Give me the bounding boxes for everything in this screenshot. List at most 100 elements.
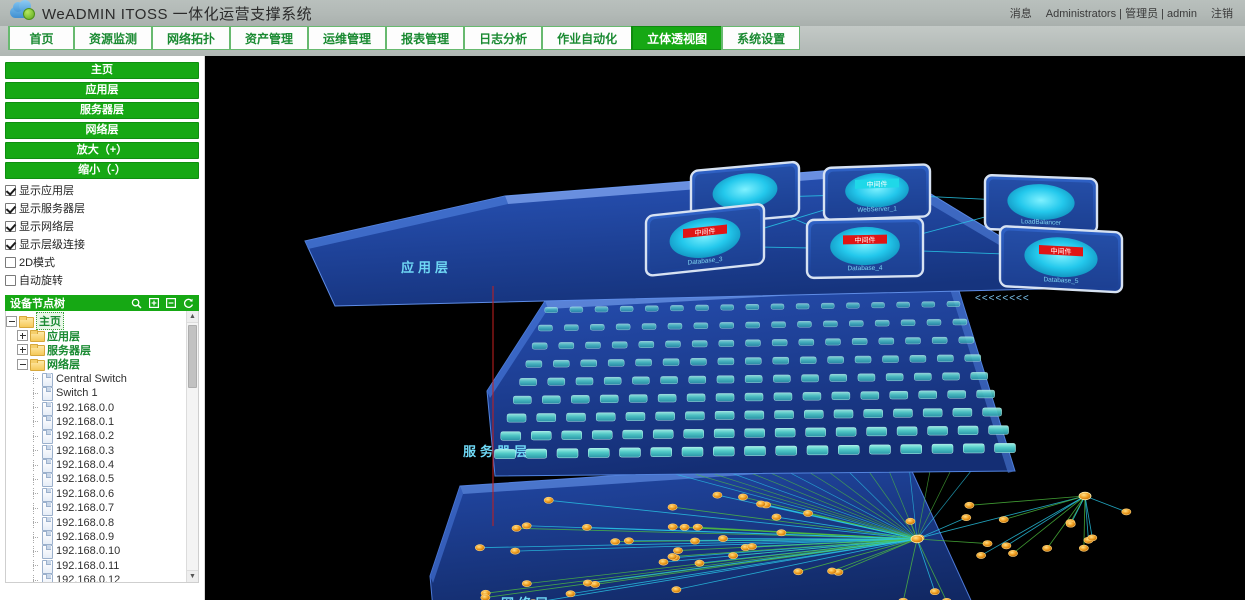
server-tile[interactable] bbox=[599, 394, 619, 404]
server-tile[interactable] bbox=[607, 359, 625, 367]
server-tile[interactable] bbox=[866, 426, 887, 437]
network-switch-node[interactable] bbox=[961, 514, 972, 521]
server-tile[interactable] bbox=[863, 409, 883, 418]
network-switch-node[interactable] bbox=[480, 594, 491, 600]
server-tile[interactable] bbox=[958, 336, 975, 344]
network-switch-node[interactable] bbox=[667, 553, 678, 560]
server-tile[interactable] bbox=[660, 376, 678, 385]
central-switch-node[interactable] bbox=[1078, 491, 1092, 501]
server-tile[interactable] bbox=[561, 430, 582, 440]
layer-button-2[interactable]: 应用层 bbox=[5, 82, 199, 99]
server-tile[interactable] bbox=[690, 358, 707, 366]
tree-leaf-node[interactable]: 192.168.0.5 bbox=[6, 472, 186, 488]
server-tile[interactable] bbox=[564, 324, 579, 331]
server-tile[interactable] bbox=[771, 321, 786, 328]
server-tile[interactable] bbox=[575, 377, 594, 386]
server-tile[interactable] bbox=[946, 301, 961, 307]
server-tile[interactable] bbox=[591, 430, 613, 440]
server-tile[interactable] bbox=[827, 356, 844, 364]
server-tile[interactable] bbox=[713, 446, 735, 457]
server-tile[interactable] bbox=[896, 301, 910, 308]
network-switch-node[interactable] bbox=[1087, 534, 1098, 542]
network-switch-node[interactable] bbox=[673, 547, 683, 554]
network-switch-node[interactable] bbox=[690, 537, 700, 545]
app-node[interactable]: 中间件Database_5 bbox=[998, 225, 1124, 294]
server-tile[interactable] bbox=[823, 320, 838, 328]
server-tile[interactable] bbox=[801, 374, 819, 383]
server-tile[interactable] bbox=[553, 359, 570, 368]
network-switch-node[interactable] bbox=[803, 509, 813, 517]
server-tile[interactable] bbox=[874, 319, 890, 327]
server-tile[interactable] bbox=[500, 431, 522, 441]
server-tile[interactable] bbox=[519, 378, 537, 386]
checkbox-row-1[interactable]: 显示应用层 bbox=[5, 182, 199, 198]
network-switch-node[interactable] bbox=[521, 522, 532, 530]
server-tile[interactable] bbox=[952, 318, 968, 326]
server-tile[interactable] bbox=[745, 321, 760, 329]
tab-4[interactable]: 资产管理 bbox=[229, 26, 309, 50]
refresh-icon[interactable] bbox=[183, 298, 194, 309]
server-tile[interactable] bbox=[594, 306, 609, 313]
server-tile[interactable] bbox=[774, 410, 794, 420]
app-node[interactable]: LoadBalancer bbox=[983, 174, 1099, 234]
expand-all-icon[interactable] bbox=[149, 298, 159, 308]
server-tile[interactable] bbox=[770, 303, 785, 310]
checkbox-4[interactable] bbox=[5, 238, 16, 250]
app-node[interactable]: 中间件Database_3 bbox=[644, 203, 766, 277]
server-tile[interactable] bbox=[825, 338, 841, 346]
tree-leaf-node[interactable]: 192.168.0.11 bbox=[6, 559, 186, 574]
checkbox-row-5[interactable]: 2D模式 bbox=[5, 254, 199, 270]
server-tile[interactable] bbox=[982, 407, 1002, 417]
network-switch-node[interactable] bbox=[776, 529, 787, 537]
network-switch-node[interactable] bbox=[905, 517, 916, 525]
network-switch-node[interactable] bbox=[511, 524, 522, 532]
tree-leaf-node[interactable]: 192.168.0.12 bbox=[6, 573, 186, 582]
server-tile[interactable] bbox=[909, 355, 927, 363]
network-switch-node[interactable] bbox=[679, 523, 690, 531]
server-tile[interactable] bbox=[744, 392, 764, 402]
network-switch-node[interactable] bbox=[1078, 544, 1089, 552]
network-switch-node[interactable] bbox=[692, 523, 703, 531]
tab-2[interactable]: 资源监测 bbox=[73, 26, 153, 50]
server-tile[interactable] bbox=[542, 395, 561, 404]
app-node[interactable]: 中间件WebServer_1 bbox=[822, 163, 932, 221]
tree-leaf-node[interactable]: 192.168.0.6 bbox=[6, 487, 186, 502]
network-switch-node[interactable] bbox=[667, 503, 678, 511]
server-tile[interactable] bbox=[588, 448, 610, 458]
scroll-up-arrow[interactable]: ▲ bbox=[187, 311, 198, 323]
tree-leaf-node[interactable]: 192.168.0.0 bbox=[6, 400, 186, 416]
server-tile[interactable] bbox=[745, 339, 761, 347]
network-switch-node[interactable] bbox=[756, 500, 766, 508]
server-tile[interactable] bbox=[619, 305, 634, 312]
tree-leaf-node[interactable]: 192.168.0.3 bbox=[6, 444, 186, 459]
server-tile[interactable] bbox=[714, 410, 735, 420]
server-tile[interactable] bbox=[525, 360, 543, 368]
server-tile[interactable] bbox=[719, 322, 735, 329]
layer-button-5[interactable]: 放大（+） bbox=[5, 142, 199, 159]
network-switch-node[interactable] bbox=[658, 558, 669, 566]
server-tile[interactable] bbox=[926, 319, 942, 326]
server-tile[interactable] bbox=[857, 373, 876, 382]
server-tile[interactable] bbox=[952, 407, 973, 417]
server-tile[interactable] bbox=[531, 342, 548, 350]
server-tile[interactable] bbox=[773, 392, 793, 401]
network-switch-node[interactable] bbox=[771, 513, 782, 521]
server-tile[interactable] bbox=[835, 427, 857, 437]
server-tile[interactable] bbox=[896, 426, 918, 436]
search-icon[interactable] bbox=[131, 298, 142, 309]
server-tile[interactable] bbox=[804, 409, 824, 419]
network-switch-node[interactable] bbox=[1065, 520, 1076, 528]
tree-folder-node[interactable]: 网络层 bbox=[6, 357, 186, 371]
perspective-3d-view[interactable]: 网络层 <<<<<<<< 服务器层 <<<<<<<< 应用层 bbox=[205, 56, 1245, 600]
server-tile[interactable] bbox=[603, 376, 622, 385]
server-tile[interactable] bbox=[590, 324, 605, 331]
network-switch-node[interactable] bbox=[929, 588, 940, 596]
tab-7[interactable]: 日志分析 bbox=[463, 26, 543, 50]
server-tile[interactable] bbox=[882, 355, 899, 363]
server-tile[interactable] bbox=[635, 358, 652, 367]
checkbox-2[interactable] bbox=[5, 202, 16, 214]
server-tile[interactable] bbox=[893, 408, 913, 418]
server-tile[interactable] bbox=[846, 302, 860, 309]
server-tile[interactable] bbox=[536, 413, 557, 423]
server-tile[interactable] bbox=[937, 354, 954, 363]
